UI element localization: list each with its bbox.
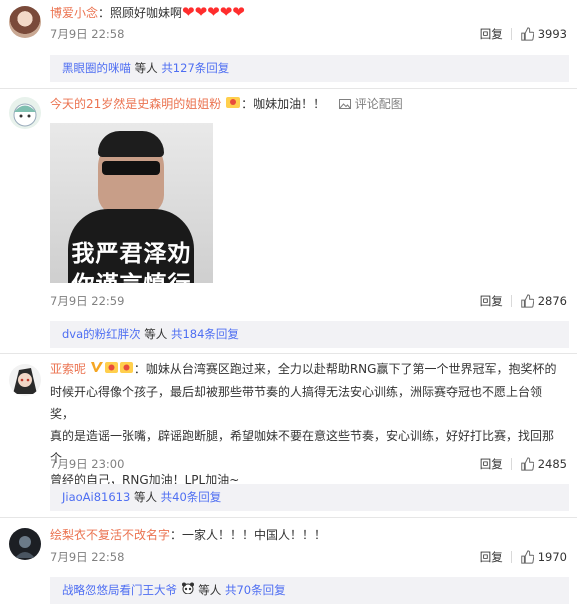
timestamp: 7月9日 23:00	[50, 457, 125, 471]
fan-badge-icon	[225, 94, 241, 116]
action-separator	[510, 295, 512, 307]
dark-avatar-icon	[15, 536, 35, 558]
comment-text-line-2: 时候开心得像个孩子，最后却被那些带节奏的人搞得无法安心训练，洲际赛夺冠也不愿上台…	[50, 384, 543, 421]
reply-button[interactable]: 回复	[480, 549, 503, 565]
thumbs-up-icon	[520, 294, 534, 308]
comment-actions: 回复 3993	[480, 26, 567, 42]
fan-badge-icon	[104, 359, 134, 381]
sunglasses	[102, 161, 160, 175]
like-button[interactable]: 1970	[520, 550, 567, 564]
thumbs-up-icon	[520, 550, 534, 564]
comment-4: 绘梨衣不复活不改名字：一家人！！！中国人！！！ 7月9日 22:58 回复 19…	[0, 518, 577, 611]
verified-v-icon	[90, 359, 104, 381]
meme-caption-2: 你谨言慎行	[50, 265, 213, 283]
avatar[interactable]	[9, 528, 41, 560]
avatar[interactable]	[9, 364, 41, 396]
comment-body: 博爱小念：照顾好咖妹啊❤❤❤❤❤	[50, 1, 565, 24]
reply-button[interactable]: 回复	[480, 456, 503, 472]
username-link[interactable]: 亚索呢	[50, 362, 86, 376]
reply-summary[interactable]: JiaoAi81613 等人 共40条回复	[50, 484, 569, 511]
comment-1: 博爱小念：照顾好咖妹啊❤❤❤❤❤ 7月9日 22:58 回复 3993 黑眼圈的…	[0, 0, 577, 86]
reply-count-link[interactable]: 共70条回复	[225, 583, 286, 597]
comment-actions: 回复 2876	[480, 293, 567, 309]
reply-count-link[interactable]: 共127条回复	[161, 61, 229, 75]
like-button[interactable]: 3993	[520, 27, 567, 41]
heart-emoji-row: ❤❤❤❤❤	[182, 3, 245, 21]
comment-3: 亚索呢 ：咖妹从台湾赛区跑过来，全力以赴帮助RNG赢下了第一个世界冠军，抱奖杯的…	[0, 354, 577, 515]
view-image-label: 评论配图	[354, 97, 403, 111]
anime-avatar-icon	[13, 103, 37, 127]
comment-actions: 回复 1970	[480, 549, 567, 565]
reply-mid-text: 等人	[131, 61, 162, 75]
comment-text-line-3: 真的是造谣一张嘴，辟谣跑断腿，希望咖妹不要在意这些节奏，安心训练，好好打比赛，找…	[50, 428, 555, 465]
avatar[interactable]	[9, 97, 41, 129]
like-count: 2485	[537, 457, 567, 471]
thumbs-up-icon	[520, 27, 534, 41]
action-separator	[510, 551, 512, 563]
like-count: 1970	[537, 550, 567, 564]
avatar[interactable]	[9, 6, 41, 38]
reply-button[interactable]: 回复	[480, 26, 503, 42]
view-image-link[interactable]: 评论配图	[338, 97, 403, 111]
reply-summary[interactable]: 战略忽悠局看门王大爷 等人 共70条回复	[50, 577, 569, 604]
timestamp: 7月9日 22:58	[50, 27, 125, 41]
thumbs-up-icon	[520, 457, 534, 471]
reply-user-link[interactable]: 战略忽悠局看门王大爷	[62, 583, 177, 597]
reply-user-link[interactable]: JiaoAi81613	[62, 490, 130, 504]
reply-summary[interactable]: dva的粉红胖次 等人 共184条回复	[50, 321, 569, 348]
action-separator	[510, 458, 512, 470]
action-separator	[510, 28, 512, 40]
comment-text: ：一家人！！！中国人！！！	[170, 528, 327, 542]
reply-count-link[interactable]: 共184条回复	[171, 327, 239, 341]
timestamp: 7月9日 22:58	[50, 550, 125, 564]
username-link[interactable]: 今天的21岁然是史森明的姐姐粉	[50, 97, 221, 111]
meme-caption: 我严君泽劝	[71, 241, 192, 267]
like-count: 2876	[537, 294, 567, 308]
comment-text: ：照顾好咖妹啊	[98, 6, 183, 20]
reply-mid-text: 等人	[140, 327, 171, 341]
panda-emoji-icon	[181, 577, 195, 604]
username-link[interactable]: 博爱小念	[50, 6, 98, 20]
comment-body: 今天的21岁然是史森明的姐姐粉 ：咖妹加油！！ 评论配图	[50, 93, 565, 116]
comment-text: ：咖妹加油！！	[241, 97, 326, 111]
like-count: 3993	[537, 27, 567, 41]
reply-button[interactable]: 回复	[480, 293, 503, 309]
image-icon	[338, 99, 351, 109]
reply-user-link[interactable]: 黑眼圈的咪喵	[62, 61, 131, 75]
reply-count-link[interactable]: 共40条回复	[161, 490, 222, 504]
reply-summary[interactable]: 黑眼圈的咪喵 等人 共127条回复	[50, 55, 569, 82]
reply-mid-text: 等人	[130, 490, 161, 504]
like-button[interactable]: 2876	[520, 294, 567, 308]
comment-text-line-1: ：咖妹从台湾赛区跑过来，全力以赴帮助RNG赢下了第一个世界冠军，抱奖杯的	[133, 362, 557, 376]
comment-2: 今天的21岁然是史森明的姐姐粉 ：咖妹加油！！ 评论配图 我严君泽劝 你谨言慎行…	[0, 89, 577, 351]
like-button[interactable]: 2485	[520, 457, 567, 471]
anime-avatar-icon	[13, 368, 37, 394]
comment-image[interactable]: 我严君泽劝 你谨言慎行	[50, 123, 213, 283]
reply-mid-text: 等人	[194, 583, 225, 597]
hair	[98, 131, 164, 157]
reply-user-link[interactable]: dva的粉红胖次	[62, 327, 141, 341]
comment-body: 绘梨衣不复活不改名字：一家人！！！中国人！！！	[50, 524, 565, 546]
comment-actions: 回复 2485	[480, 456, 567, 472]
username-link[interactable]: 绘梨衣不复活不改名字	[50, 528, 170, 542]
timestamp: 7月9日 22:59	[50, 294, 125, 308]
